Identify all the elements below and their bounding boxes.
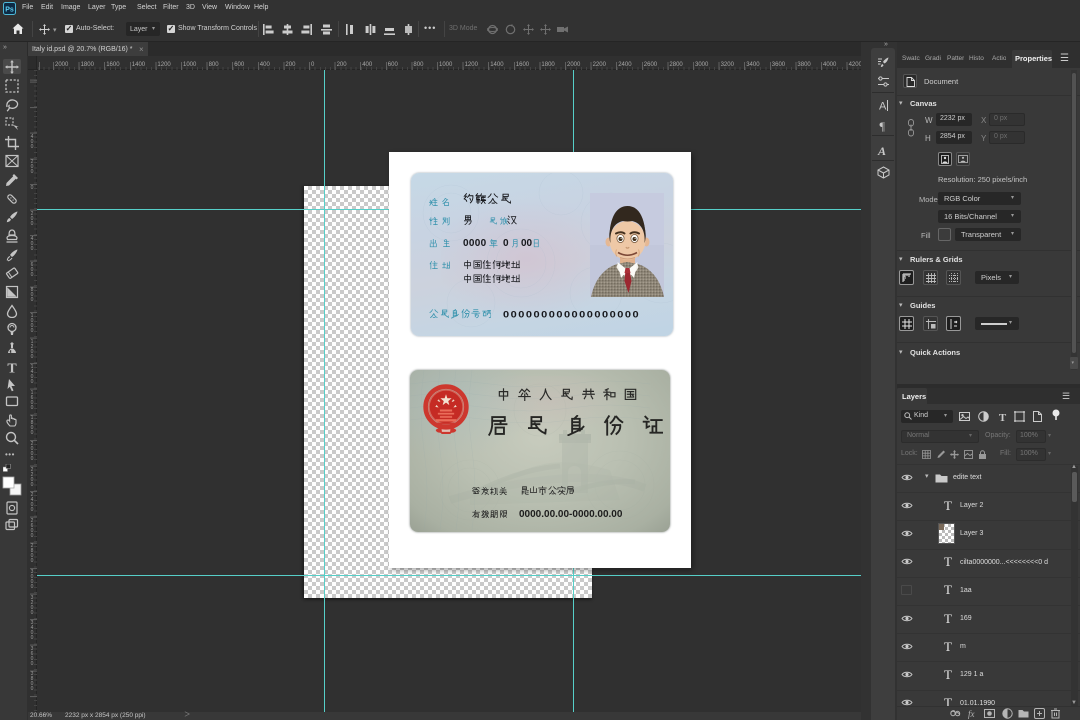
svg-text:A: A: [877, 144, 886, 157]
svg-text:T: T: [7, 361, 17, 374]
svg-text:Ps: Ps: [5, 7, 14, 14]
svg-text:A: A: [879, 101, 887, 113]
svg-text:¶: ¶: [880, 119, 886, 132]
svg-text:T: T: [999, 412, 1007, 422]
svg-text:fx: fx: [968, 709, 975, 719]
